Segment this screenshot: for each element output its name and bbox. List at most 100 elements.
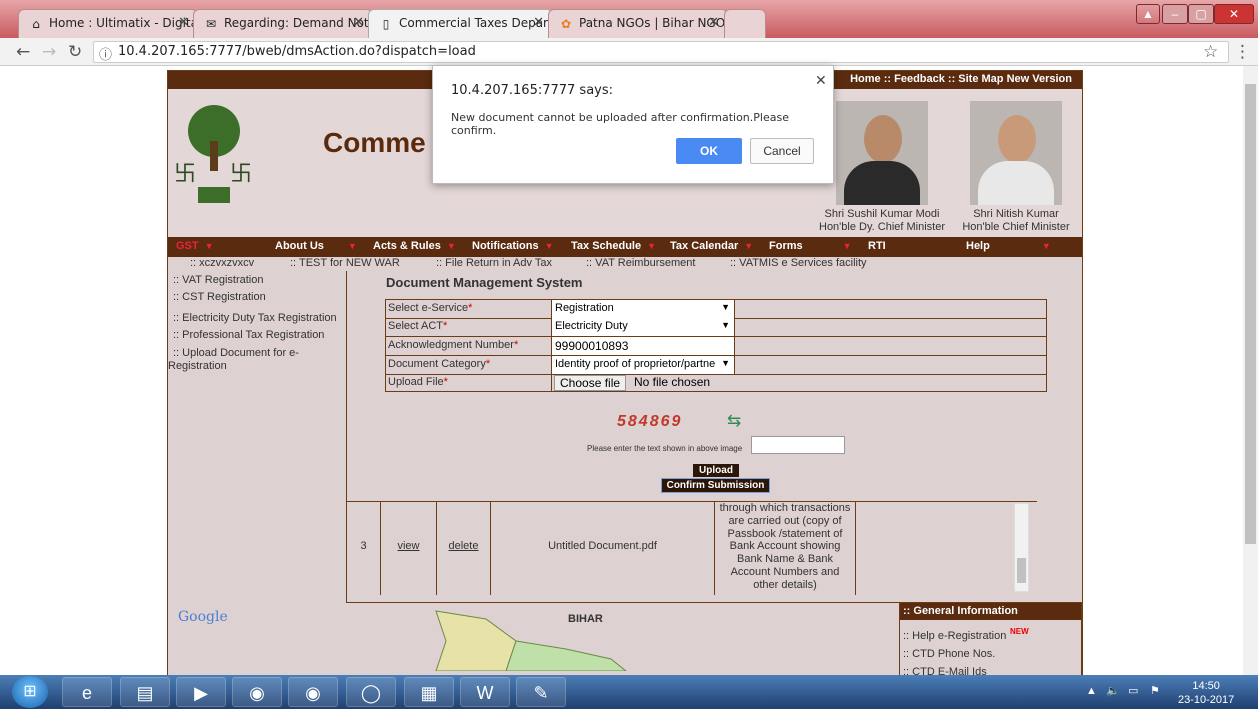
choose-file-button[interactable]: Choose file bbox=[554, 375, 627, 391]
file-status: No file chosen bbox=[634, 375, 711, 389]
table-scrollbar[interactable] bbox=[1014, 503, 1029, 592]
new-tab-button[interactable] bbox=[724, 9, 766, 38]
nav-vat-registration[interactable]: :: VAT Registration bbox=[173, 274, 263, 286]
svg-text:卐: 卐 bbox=[230, 162, 252, 187]
mail-icon: ✉ bbox=[205, 17, 217, 31]
ticker-item[interactable]: :: VATMIS e Services facility bbox=[730, 257, 867, 269]
tab-ngo[interactable]: ✿ Patna NGOs | Bihar NGO ✕ bbox=[548, 9, 728, 38]
bookmark-star-icon[interactable]: ☆ bbox=[1203, 42, 1218, 62]
url-field[interactable]: ⓘ 10.4.207.165:7777/bweb/dmsAction.do?dis… bbox=[93, 41, 1229, 63]
ctd-phone-link[interactable]: :: CTD Phone Nos. bbox=[903, 648, 995, 660]
dialog-title: 10.4.207.165:7777 says: bbox=[451, 83, 614, 98]
menu-help[interactable]: Help ▼ bbox=[966, 240, 1051, 252]
help-e-registration-link[interactable]: :: Help e-Registration bbox=[903, 630, 1006, 642]
info-icon: ⓘ bbox=[99, 48, 113, 63]
table-cell-filename: Untitled Document.pdf bbox=[491, 502, 715, 595]
delete-link[interactable]: delete bbox=[437, 502, 491, 595]
menu-rti[interactable]: RTI bbox=[868, 240, 886, 252]
volume-icon[interactable]: 🔈 bbox=[1106, 684, 1120, 697]
menu-tax-schedule[interactable]: Tax Schedule ▼ bbox=[571, 240, 656, 252]
main-panel: Document Management System Select e-Serv… bbox=[346, 271, 1082, 603]
ticker-item[interactable]: :: VAT Reimbursement bbox=[586, 257, 695, 269]
page-scrollbar[interactable] bbox=[1243, 66, 1258, 675]
menu-notifications[interactable]: Notifications ▼ bbox=[472, 240, 554, 252]
nav-cst-registration[interactable]: :: CST Registration bbox=[173, 291, 266, 303]
show-hidden-icon[interactable]: ▲ bbox=[1086, 685, 1097, 697]
menu-gst[interactable]: GST ▼ bbox=[176, 240, 214, 252]
upload-button[interactable]: Upload bbox=[693, 464, 739, 477]
tab-ultimatix[interactable]: ⌂ Home : Ultimatix - Digita ✕ bbox=[18, 9, 198, 38]
table-cell-num: 3 bbox=[347, 502, 381, 595]
paint-icon[interactable]: ✎ bbox=[516, 677, 566, 707]
ok-button[interactable]: OK bbox=[676, 138, 742, 164]
file-explorer-icon[interactable]: ▤ bbox=[120, 677, 170, 707]
close-tab-icon[interactable]: ✕ bbox=[708, 15, 719, 30]
user-icon[interactable]: ▲ bbox=[1136, 4, 1160, 24]
nav-upload-document-cont[interactable]: Registration bbox=[168, 360, 227, 372]
close-tab-icon[interactable]: ✕ bbox=[178, 15, 189, 30]
windows-start-icon[interactable]: ⊞ bbox=[12, 676, 48, 708]
tab-commercial-taxes[interactable]: ▯ Commercial Taxes Depar ✕ bbox=[368, 9, 553, 38]
bihar-emblem-icon: 卐 卐 bbox=[174, 105, 252, 203]
tcs-icon: ⌂ bbox=[32, 17, 40, 31]
ctd-email-link[interactable]: :: CTD E-Mail Ids bbox=[903, 666, 987, 675]
minimize-icon[interactable]: – bbox=[1162, 4, 1188, 24]
general-information: :: General Information :: Help e-Registr… bbox=[899, 602, 1082, 675]
close-icon[interactable]: ✕ bbox=[815, 72, 827, 89]
menu-tax-calendar[interactable]: Tax Calendar ▼ bbox=[670, 240, 753, 252]
site-title: Comme bbox=[323, 127, 426, 158]
menu-acts-rules[interactable]: Acts & Rules ▼ bbox=[373, 240, 456, 252]
media-player-icon[interactable]: ▶ bbox=[176, 677, 226, 707]
ngo-icon: ✿ bbox=[560, 17, 572, 31]
nav-upload-document[interactable]: :: Upload Document for e- bbox=[173, 347, 299, 359]
maximize-icon[interactable]: ▢ bbox=[1188, 4, 1214, 24]
internet-explorer-icon[interactable]: e bbox=[62, 677, 112, 707]
close-window-icon[interactable]: ✕ bbox=[1214, 4, 1254, 24]
confirm-submission-button[interactable]: Confirm Submission bbox=[661, 478, 770, 493]
cancel-button[interactable]: Cancel bbox=[750, 138, 814, 164]
document-icon: ▯ bbox=[382, 17, 390, 31]
ticker-item[interactable]: :: xczvxzvxcv bbox=[190, 257, 254, 269]
network-icon[interactable]: ▭ bbox=[1128, 684, 1138, 697]
act-select[interactable]: Electricity Duty ▼ bbox=[551, 318, 734, 336]
chevron-down-icon: ▼ bbox=[721, 302, 730, 312]
address-bar: ← → ↻ ⓘ 10.4.207.165:7777/bweb/dmsAction.… bbox=[0, 38, 1258, 66]
general-info-title: :: General Information bbox=[900, 603, 1081, 620]
dialog-message: New document cannot be uploaded after co… bbox=[451, 111, 789, 137]
nav-electricity-duty[interactable]: :: Electricity Duty Tax Registration bbox=[173, 312, 337, 324]
tab-mail[interactable]: ✉ Regarding: Demand Not ✕ bbox=[193, 9, 373, 38]
view-link[interactable]: view bbox=[381, 502, 437, 595]
word-icon[interactable]: W bbox=[460, 677, 510, 707]
ticker-item[interactable]: :: File Return in Adv Tax bbox=[436, 257, 552, 269]
refresh-captcha-icon[interactable]: ⇆ bbox=[727, 411, 741, 431]
close-tab-icon[interactable]: ✕ bbox=[353, 15, 364, 30]
category-select[interactable]: Identity proof of proprietor/partne ▼ bbox=[551, 356, 734, 374]
flag-icon[interactable]: ⚑ bbox=[1150, 684, 1160, 697]
menu-forms[interactable]: Forms ▼ bbox=[769, 240, 852, 252]
chrome-icon[interactable]: ◉ bbox=[232, 677, 282, 707]
back-icon[interactable]: ← bbox=[16, 42, 30, 62]
documents-table: 3 view delete Untitled Document.pdf thro… bbox=[347, 501, 1037, 595]
clock[interactable]: 14:50 23-10-2017 bbox=[1178, 679, 1234, 707]
calculator-icon[interactable]: ▦ bbox=[404, 677, 454, 707]
nav-professional-tax[interactable]: :: Professional Tax Registration bbox=[173, 329, 324, 341]
menu-about-us[interactable]: About Us ▼ bbox=[275, 240, 357, 252]
reload-icon[interactable]: ↻ bbox=[68, 42, 82, 62]
leader-cm: Shri Nitish Kumar Hon'ble Chief Minister bbox=[960, 101, 1072, 234]
leader-dy-cm: Shri Sushil Kumar Modi Hon'ble Dy. Chief… bbox=[818, 101, 946, 234]
forward-icon[interactable]: → bbox=[42, 42, 56, 62]
bihar-map bbox=[435, 610, 627, 671]
row-file: Upload File* Choose file No file chosen bbox=[386, 374, 1046, 393]
upload-form: Select e-Service* Registration ▼ Select A… bbox=[385, 299, 1047, 392]
chevron-down-icon: ▼ bbox=[721, 320, 730, 330]
eservice-select[interactable]: Registration ▼ bbox=[551, 300, 734, 318]
chat-icon[interactable]: ◯ bbox=[346, 677, 396, 707]
chrome-icon[interactable]: ◉ bbox=[288, 677, 338, 707]
table-cell-description: through which transactions are carried ou… bbox=[715, 502, 856, 595]
captcha-input[interactable] bbox=[751, 436, 845, 454]
confirm-dialog: 10.4.207.165:7777 says: ✕ New document c… bbox=[432, 65, 834, 184]
ticker-item[interactable]: :: TEST for NEW WAR bbox=[290, 257, 400, 269]
menu-dots-icon[interactable]: ⋮ bbox=[1234, 42, 1251, 62]
ack-number-input[interactable]: 99900010893 bbox=[551, 337, 734, 355]
close-tab-icon[interactable]: ✕ bbox=[533, 15, 544, 30]
